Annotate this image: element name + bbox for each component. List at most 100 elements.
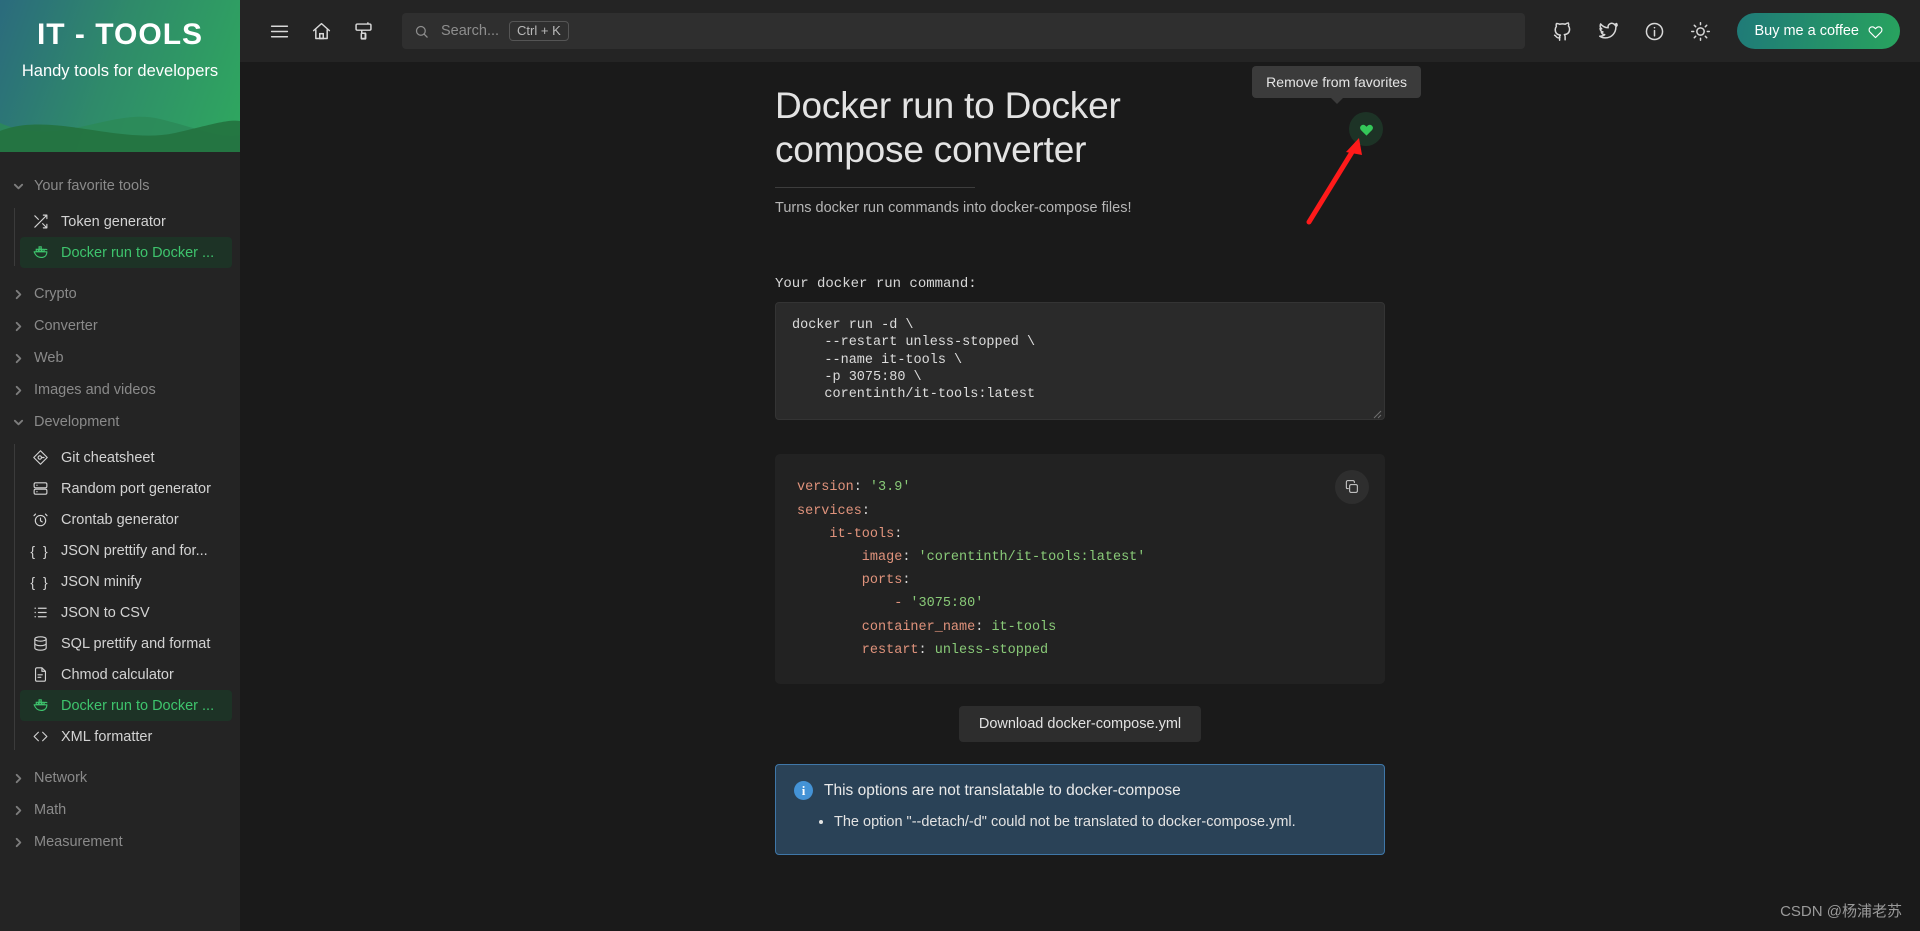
yaml-token: it-tools <box>797 526 895 542</box>
home-icon[interactable] <box>300 10 342 52</box>
sidebar-item-chmod-calculator[interactable]: Chmod calculator <box>20 659 232 690</box>
alert-title: This options are not translatable to doc… <box>824 781 1181 799</box>
alert-list: The option "--detach/-d" could not be tr… <box>834 812 1366 834</box>
page-title: Docker run to Docker compose converter <box>775 85 1121 170</box>
docker-icon <box>30 243 50 263</box>
sidebar-item-label: Docker run to Docker ... <box>61 244 215 261</box>
sidebar-item-label: JSON minify <box>61 573 142 590</box>
search-input[interactable]: Search... Ctrl + K <box>402 13 1526 49</box>
download-docker-compose-button[interactable]: Download docker-compose.yml <box>958 706 1202 743</box>
docker-compose-output: version: '3.9' services: it-tools: image… <box>775 454 1385 685</box>
github-icon[interactable] <box>1541 10 1583 52</box>
yaml-token: ports <box>797 573 903 589</box>
sidebar-item-json-prettify-and-for[interactable]: { } JSON prettify and for... <box>20 535 232 566</box>
yaml-token: '3.9' <box>869 480 911 496</box>
database-icon <box>30 634 50 654</box>
content-scroll: Docker run to Docker compose converter T… <box>240 62 1920 931</box>
sun-icon[interactable] <box>1679 10 1721 52</box>
yaml-content: version: '3.9' services: it-tools: image… <box>797 476 1361 662</box>
title-divider <box>775 187 975 189</box>
sidebar-group-body: Git cheatsheet Random port generator Cront… <box>0 442 240 752</box>
search-shortcut-badge: Ctrl + K <box>509 21 569 41</box>
sidebar-group-math[interactable]: Math <box>0 794 240 826</box>
sidebar-item-label: XML formatter <box>61 728 153 745</box>
docker-run-input[interactable]: docker run -d \ --restart unless-stopped… <box>775 302 1385 421</box>
yaml-token: it-tools <box>991 619 1057 635</box>
sidebar-item-label: Crontab generator <box>61 511 179 528</box>
sidebar-item-label: Git cheatsheet <box>61 449 155 466</box>
sidebar-item-label: Chmod calculator <box>61 666 174 683</box>
sidebar-item-docker-run-to-docker[interactable]: Docker run to Docker ... <box>20 690 232 721</box>
sidebar-group-label: Your favorite tools <box>34 178 150 194</box>
chevron-right-icon <box>10 350 26 366</box>
chevron-right-icon <box>10 770 26 786</box>
braces-icon: { } <box>30 573 50 590</box>
twitter-icon[interactable] <box>1587 10 1629 52</box>
yaml-token: '3075:80' <box>910 596 984 612</box>
warning-alert: i This options are not translatable to d… <box>775 764 1385 855</box>
sidebar-item-label: JSON prettify and for... <box>61 542 208 559</box>
wave-decoration <box>0 116 240 152</box>
page-description: Turns docker run commands into docker-co… <box>775 200 1132 217</box>
code-icon <box>30 727 50 747</box>
hamburger-menu-icon[interactable] <box>258 10 300 52</box>
sidebar-item-label: Token generator <box>61 213 166 230</box>
info-icon: i <box>794 781 813 801</box>
sidebar-item-json-to-csv[interactable]: JSON to CSV <box>20 597 232 628</box>
yaml-token: : <box>902 573 911 589</box>
server-icon <box>30 479 50 499</box>
yaml-token: restart <box>797 642 919 658</box>
remove-from-favorites-button[interactable] <box>1349 112 1383 146</box>
sidebar-item-random-port-generator[interactable]: Random port generator <box>20 473 232 504</box>
sidebar-item-docker-run-to-docker[interactable]: Docker run to Docker ... <box>20 237 232 268</box>
sidebar-nav: Your favorite tools Token generator Docker… <box>0 152 240 858</box>
yaml-token: unless-stopped <box>934 642 1049 658</box>
chevron-down-icon <box>10 178 26 194</box>
watermark: CSDN @杨浦老苏 <box>1780 903 1902 920</box>
sidebar-item-label: Random port generator <box>61 480 211 497</box>
yaml-token: : <box>894 526 903 542</box>
chevron-right-icon <box>10 286 26 302</box>
sidebar-group-converter[interactable]: Converter <box>0 310 240 342</box>
sidebar-group-crypto[interactable]: Crypto <box>0 278 240 310</box>
sidebar-group-label: Measurement <box>34 834 123 850</box>
sidebar-group-your-favorite-tools[interactable]: Your favorite tools <box>0 170 240 202</box>
sidebar-group-measurement[interactable]: Measurement <box>0 826 240 858</box>
chevron-right-icon <box>10 382 26 398</box>
sidebar-group-web[interactable]: Web <box>0 342 240 374</box>
sidebar-group-network[interactable]: Network <box>0 762 240 794</box>
shuffle-icon <box>30 212 50 232</box>
tool-page: Docker run to Docker compose converter T… <box>775 62 1421 855</box>
sidebar-group-label: Web <box>34 350 64 366</box>
brand-subtitle: Handy tools for developers <box>21 62 219 80</box>
copy-icon[interactable] <box>1335 470 1369 505</box>
sidebar-group-development[interactable]: Development <box>0 406 240 438</box>
sidebar-group-label: Math <box>34 802 67 818</box>
sidebar-item-sql-prettify-and-format[interactable]: SQL prettify and format <box>20 628 232 659</box>
sidebar-item-git-cheatsheet[interactable]: Git cheatsheet <box>20 442 232 473</box>
resize-handle[interactable] <box>1370 406 1382 419</box>
sidebar-item-token-generator[interactable]: Token generator <box>20 206 232 237</box>
alert-list-item: The option "--detach/-d" could not be tr… <box>834 812 1366 834</box>
info-icon[interactable] <box>1633 10 1675 52</box>
yaml-token: version <box>797 480 854 496</box>
search-placeholder: Search... <box>441 23 500 39</box>
favorite-tooltip: Remove from favorites <box>1252 66 1421 104</box>
sidebar-item-xml-formatter[interactable]: XML formatter <box>20 721 232 752</box>
title-row: Docker run to Docker compose converter T… <box>775 66 1421 225</box>
sidebar-item-json-minify[interactable]: { } JSON minify <box>20 566 232 597</box>
sidebar-item-label: SQL prettify and format <box>61 635 211 652</box>
chevron-down-icon <box>10 414 26 430</box>
sidebar-group-images-and-videos[interactable]: Images and videos <box>0 374 240 406</box>
sidebar-item-crontab-generator[interactable]: Crontab generator <box>20 504 232 535</box>
file-icon <box>30 665 50 685</box>
sidebar-item-label: Docker run to Docker ... <box>61 697 215 714</box>
favorite-area: Remove from favorites <box>1252 66 1421 225</box>
docker-run-value: docker run -d \ --restart unless-stopped… <box>792 318 1036 402</box>
paint-brush-icon[interactable] <box>342 10 384 52</box>
sidebar-group-label: Converter <box>34 318 98 334</box>
heart-icon <box>1359 124 1373 136</box>
buy-me-a-coffee-button[interactable]: Buy me a coffee <box>1737 13 1900 49</box>
main-area: Search... Ctrl + K Buy me a coffee Docke… <box>240 0 1920 931</box>
brand-header[interactable]: IT - TOOLS Handy tools for developers <box>0 0 240 152</box>
